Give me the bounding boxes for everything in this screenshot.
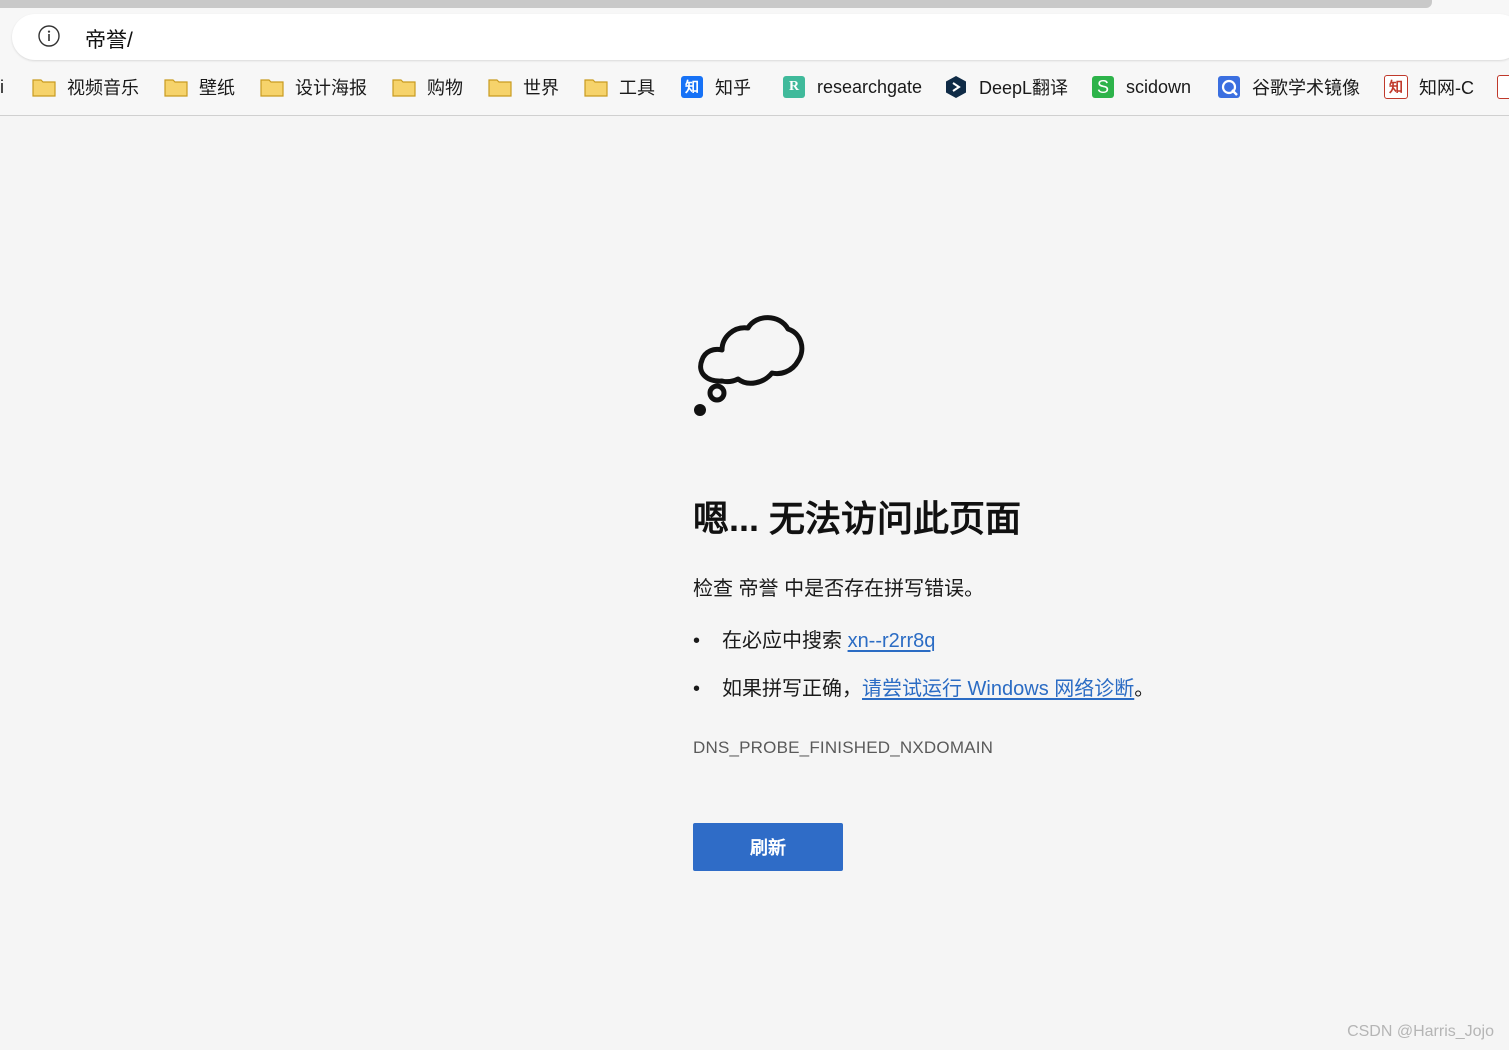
info-icon[interactable] — [38, 25, 60, 47]
bookmark-zhihu[interactable]: 知 知乎 — [680, 68, 751, 106]
bookmark-folder-design-poster[interactable]: 设计海报 — [260, 68, 367, 106]
folder-icon — [488, 76, 512, 98]
bookmark-partial-right[interactable] — [1497, 68, 1509, 106]
bing-search-link[interactable]: xn--r2rr8q — [848, 630, 936, 652]
folder-icon — [584, 76, 608, 98]
bookmark-folder-wallpaper[interactable]: 壁纸 — [164, 68, 235, 106]
scidown-icon: S — [1091, 76, 1115, 98]
browser-chrome: 帝誉/ i 视频音乐 壁纸 设计海报 购物 世界 工具 知 知乎 R resea… — [0, 0, 1509, 116]
scholar-mirror-icon — [1217, 76, 1241, 98]
researchgate-icon: R — [782, 76, 806, 98]
bullet: • — [693, 678, 701, 700]
bookmark-scidown[interactable]: S scidown — [1091, 68, 1191, 106]
bookmark-deepl[interactable]: DeepL翻译 — [944, 68, 1068, 106]
suggestion-suffix: 。 — [1134, 678, 1155, 700]
folder-icon — [164, 76, 188, 98]
bookmarks-bar: i 视频音乐 壁纸 设计海报 购物 世界 工具 知 知乎 R researchg… — [0, 68, 1509, 106]
cnki-icon: 知 — [1384, 75, 1408, 99]
bookmark-folder-world[interactable]: 世界 — [488, 68, 559, 106]
bookmark-folder-shopping[interactable]: 购物 — [392, 68, 463, 106]
suggestion-text: 如果拼写正确， — [722, 678, 862, 700]
refresh-button[interactable]: 刷新 — [693, 823, 843, 871]
tab-strip — [0, 0, 1432, 8]
suggestion-diagnostics: • 如果拼写正确，请尝试运行 Windows 网络诊断。 — [693, 674, 1154, 722]
bullet: • — [693, 630, 701, 652]
bookmark-cnki[interactable]: 知 知网-C — [1384, 68, 1474, 106]
deepl-icon — [944, 76, 968, 98]
suggestion-text: 在必应中搜索 — [722, 630, 848, 652]
watermark: CSDN @Harris_Jojo — [1347, 1023, 1494, 1040]
suggestion-search: • 在必应中搜索 xn--r2rr8q — [693, 626, 1154, 674]
network-diagnostics-link[interactable]: 请尝试运行 Windows 网络诊断 — [862, 678, 1134, 700]
zhihu-icon: 知 — [680, 76, 704, 98]
suggestion-list: • 在必应中搜索 xn--r2rr8q • 如果拼写正确，请尝试运行 Windo… — [693, 626, 1154, 722]
bookmark-folder-video-music[interactable]: 视频音乐 — [32, 68, 139, 106]
bookmark-partial-left[interactable]: i — [0, 68, 4, 106]
url-text[interactable]: 帝誉/ — [85, 24, 133, 54]
bookmark-scholar-mirror[interactable]: 谷歌学术镜像 — [1217, 68, 1360, 106]
error-title: 嗯... 无法访问此页面 — [693, 498, 1022, 539]
folder-icon — [392, 76, 416, 98]
address-bar[interactable]: 帝誉/ — [12, 14, 1509, 60]
bookmark-researchgate[interactable]: R researchgate — [782, 68, 922, 106]
thought-cloud-icon — [694, 315, 805, 416]
bookmark-icon — [1497, 75, 1509, 99]
error-code: DNS_PROBE_FINISHED_NXDOMAIN — [693, 738, 994, 757]
bookmark-folder-tools[interactable]: 工具 — [584, 68, 655, 106]
folder-icon — [260, 76, 284, 98]
folder-icon — [32, 76, 56, 98]
error-description: 检查 帝誉 中是否存在拼写错误。 — [693, 578, 985, 600]
